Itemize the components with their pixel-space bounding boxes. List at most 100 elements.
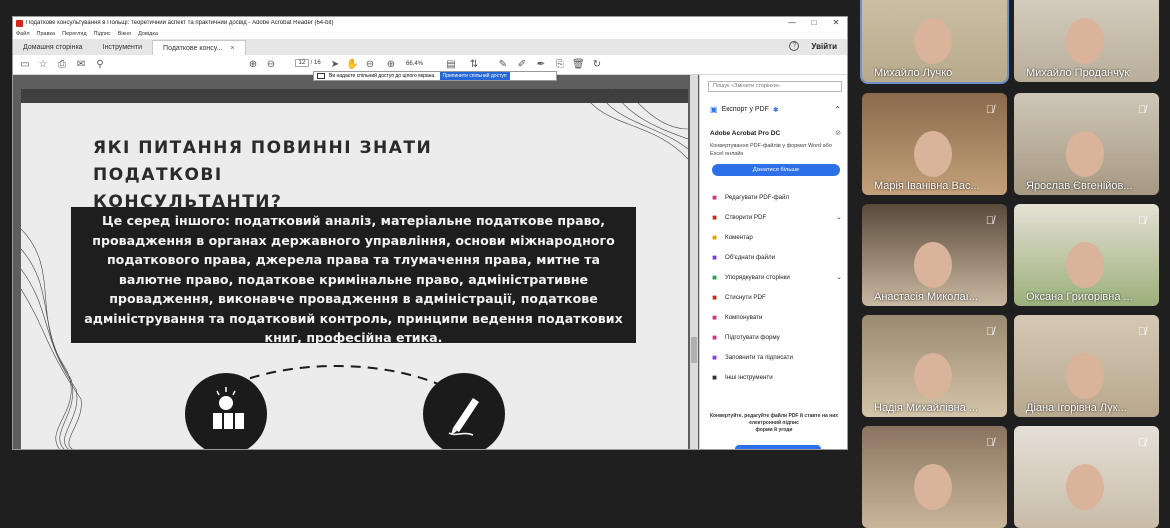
mic-muted-icon: 🎙̸ [1137, 326, 1147, 338]
decorative-wave-right [580, 89, 688, 160]
slide-title: ЯКІ ПИТАННЯ ПОВИННІ ЗНАТИ ПОДАТКОВІ КОНС… [93, 138, 433, 212]
dismiss-icon[interactable]: ⊘ [835, 129, 841, 137]
participant-tile[interactable]: Михайло Лучко••• [860, 0, 1009, 84]
tools-search-input[interactable]: Пошук «Змінити сторінки» [708, 81, 842, 92]
zoom-in-icon[interactable]: ⊕ [385, 59, 397, 71]
star-icon[interactable]: ☆ [37, 59, 49, 71]
export-pdf-icon: ▣ [710, 105, 718, 114]
slide-body-text: Це серед іншого: податковий аналіз, мате… [71, 207, 636, 345]
more-tools-icon: ■ [712, 372, 717, 382]
sign-in-button[interactable]: Увійти [811, 42, 837, 51]
minimize-button[interactable]: — [781, 17, 803, 29]
tab-tools[interactable]: Інструменти [93, 40, 152, 55]
participants-grid: Михайло Лучко•••Михайло Проданчук🎙̸Марія… [852, 0, 1170, 528]
menu-window[interactable]: Вікно [118, 31, 131, 37]
tab-home[interactable]: Домашня сторінка [13, 40, 93, 55]
participant-tile[interactable]: Михайло Проданчук 🎙̸ [1014, 0, 1159, 82]
mic-muted-icon: 🎙̸ [985, 326, 995, 338]
title-bar: Податкове консультування в Польщі: теоре… [13, 17, 847, 29]
zoom-level[interactable]: 66,4% [406, 61, 423, 67]
menu-file[interactable]: Файл [16, 31, 30, 37]
page-total: / 16 [310, 60, 321, 66]
document-view[interactable]: ЯКІ ПИТАННЯ ПОВИННІ ЗНАТИ ПОДАТКОВІ КОНС… [13, 75, 699, 449]
participant-tile[interactable]: Ярослав Євгенійов... 🎙̸ [1014, 93, 1159, 195]
screen-share-notice: Ви надаєте спільний доступ до цілого екр… [313, 71, 557, 81]
help-icon[interactable]: ? [789, 41, 800, 51]
tool-item[interactable]: ■ Компонувати [710, 307, 844, 327]
participant-name: Анастасія Миколаї... [874, 291, 978, 303]
acrobat-window: Податкове консультування в Польщі: теоре… [12, 16, 848, 450]
tool-item[interactable]: ■ Коментар [710, 227, 844, 247]
hand-tool-icon[interactable]: ✋ [346, 59, 358, 71]
menu-view[interactable]: Перегляд [62, 31, 86, 37]
tool-item[interactable]: ■ Об'єднати файли [710, 247, 844, 267]
tool-item[interactable]: ■ Заповнити та підписати [710, 347, 844, 367]
scroll-mode-icon[interactable]: ⇅ [468, 59, 480, 71]
delete-icon[interactable]: 🗑 [572, 59, 585, 71]
tool-item[interactable]: ■ Підготувати форму [710, 327, 844, 347]
participant-face [914, 131, 952, 177]
next-page-icon[interactable]: ⊖ [265, 59, 277, 71]
tool-item[interactable]: ■ Упорядкувати сторінки ⌄ [710, 267, 844, 287]
comment-tool-icon[interactable]: ✎ [497, 59, 509, 71]
save-icon[interactable]: ▭ [19, 59, 31, 71]
rotate-icon[interactable]: ↻ [591, 59, 603, 71]
tab-document-label: Податкове консу... [163, 45, 223, 52]
participant-tile[interactable]: Марія Іванівна Вас... 🎙̸ [862, 93, 1007, 195]
prepare-form-icon: ■ [712, 332, 717, 342]
combine-icon: ■ [712, 252, 717, 262]
learn-more-button[interactable]: Дізнатися більше [712, 164, 840, 176]
zoom-out-icon[interactable]: ⊖ [364, 59, 376, 71]
stamp-icon[interactable]: ⎘ [554, 59, 566, 71]
collapse-chevron-icon[interactable]: ⌃ [834, 105, 841, 114]
menu-help[interactable]: Довідка [138, 31, 158, 37]
tool-item[interactable]: ■ Редагувати PDF-файл [710, 187, 844, 207]
menu-sign[interactable]: Підпис [94, 31, 111, 37]
document-scrollbar[interactable] [690, 75, 698, 449]
mic-muted-icon: 🎙̸ [1133, 0, 1151, 6]
participant-name: Марія Іванівна Вас... [874, 180, 980, 192]
tab-close-icon[interactable]: × [230, 45, 234, 52]
participant-tile[interactable]: Оксана Григорівна ... 🎙̸ [1014, 204, 1159, 306]
scrollbar-thumb[interactable] [691, 337, 697, 363]
participant-tile[interactable]: 🎙̸ [862, 426, 1007, 528]
tool-label: Компонувати [725, 313, 763, 321]
page-number-input[interactable]: 12 [295, 59, 309, 67]
share-notice-text: Ви надаєте спільний доступ до цілого екр… [329, 73, 436, 79]
sign-tool-icon[interactable]: ✒ [535, 59, 547, 71]
highlight-icon[interactable]: ✐ [516, 59, 528, 71]
tool-label: Коментар [725, 233, 753, 241]
mail-icon[interactable]: ✉ [75, 59, 87, 71]
tool-item[interactable]: ■ Стиснути PDF [710, 287, 844, 307]
fill-sign-icon: ■ [712, 352, 717, 362]
mic-muted-icon: 🎙̸ [985, 437, 995, 449]
tool-item[interactable]: ■ Інші інструменти [710, 367, 844, 387]
page-fit-icon[interactable]: ▤ [445, 59, 457, 71]
pen-circle-icon [423, 373, 505, 449]
chevron-down-icon[interactable]: ⌄ [836, 273, 842, 281]
participant-face [914, 464, 952, 510]
page-indicator: 12 / 16 [295, 59, 321, 67]
participant-tile[interactable]: 🎙̸ [1014, 426, 1159, 528]
print-icon[interactable]: ⎙ [56, 59, 68, 71]
chevron-down-icon[interactable]: ⌄ [836, 213, 842, 221]
maximize-button[interactable]: □ [803, 17, 825, 29]
tools-list: ■ Редагувати PDF-файл ■ Створити PDF ⌄ ■ Комен… [710, 187, 844, 387]
tool-item[interactable]: ■ Створити PDF ⌄ [710, 207, 844, 227]
participant-name: Михайло Лучко [874, 67, 953, 79]
stop-sharing-button[interactable]: Припинити спільний доступ [439, 72, 510, 80]
select-cursor-icon[interactable]: ➤ [329, 59, 341, 71]
participant-tile[interactable]: Діана Ігорівна Лук... 🎙̸ [1014, 315, 1159, 417]
tab-document[interactable]: Податкове консу... × [152, 40, 246, 55]
prev-page-icon[interactable]: ⊕ [247, 59, 259, 71]
find-icon[interactable]: ⚲ [94, 59, 106, 71]
mic-muted-icon: 🎙̸ [1137, 104, 1147, 116]
participant-tile[interactable]: Анастасія Миколаї... 🎙̸ [862, 204, 1007, 306]
tool-label: Стиснути PDF [725, 293, 766, 301]
participant-tile[interactable]: Надія Михайлівна ... 🎙̸ [862, 315, 1007, 417]
footer-action-button[interactable] [735, 445, 821, 449]
menu-edit[interactable]: Правка [37, 31, 56, 37]
participant-face [1066, 464, 1104, 510]
close-button[interactable]: ✕ [825, 17, 847, 29]
export-pdf-header[interactable]: ▣ Експорт у PDF ✱ [710, 105, 779, 114]
